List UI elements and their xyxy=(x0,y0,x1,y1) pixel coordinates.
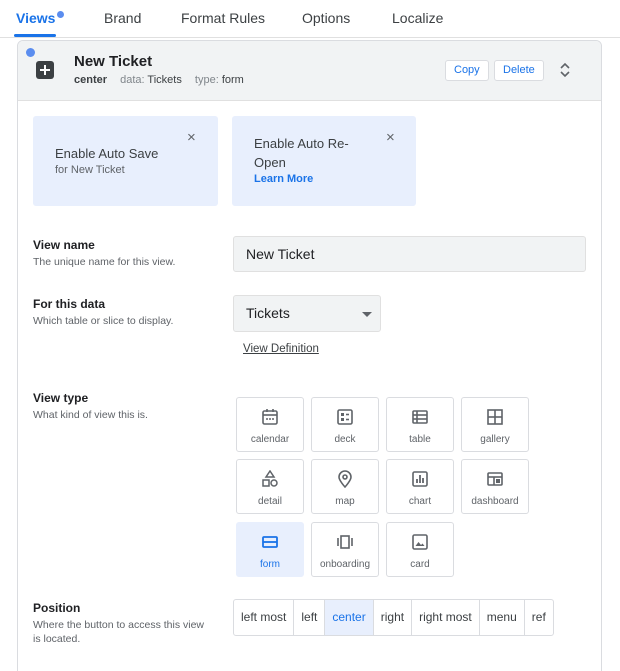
type-meta-value: form xyxy=(221,74,244,86)
tile-label: deck xyxy=(334,434,356,445)
close-icon[interactable]: × xyxy=(386,130,395,145)
view-type-card[interactable]: card xyxy=(386,522,454,577)
caret-down-icon xyxy=(362,312,372,317)
learn-more-link[interactable]: Learn More xyxy=(254,173,313,185)
form-icon xyxy=(262,536,278,548)
view-type-form[interactable]: form xyxy=(236,522,304,577)
active-tab-indicator xyxy=(14,34,56,37)
position-menu[interactable]: menu xyxy=(480,600,525,635)
view-name-desc: The unique name for this view. xyxy=(33,256,176,268)
data-source-select[interactable]: Tickets xyxy=(233,295,381,332)
tile-label: table xyxy=(409,434,431,445)
view-type-detail[interactable]: detail xyxy=(236,459,304,514)
view-definition-link[interactable]: View Definition xyxy=(243,343,319,355)
view-title: New Ticket xyxy=(74,53,153,70)
view-type-label: View type xyxy=(33,391,89,405)
data-meta-value: Tickets xyxy=(147,74,182,86)
auto-reopen-title: Enable Auto Re-Open xyxy=(254,136,349,170)
type-meta-label: type: xyxy=(194,74,219,86)
tile-label: detail xyxy=(258,496,282,507)
tile-label: calendar xyxy=(250,434,290,445)
auto-save-notice: Enable Auto Save for New Ticket × xyxy=(33,116,218,206)
for-data-desc: Which table or slice to display. xyxy=(33,315,174,327)
position-center[interactable]: center xyxy=(325,600,374,635)
detail-icon xyxy=(262,470,278,487)
dashboard-icon xyxy=(487,472,503,486)
position-right-most[interactable]: right most xyxy=(412,600,480,635)
unsaved-dot xyxy=(26,48,35,57)
view-name-label: View name xyxy=(33,238,95,252)
position-label: Position xyxy=(33,601,81,615)
tab-localize[interactable]: Localize xyxy=(392,10,443,26)
data-meta-label: data: xyxy=(120,74,145,86)
view-type-map[interactable]: map xyxy=(311,459,379,514)
tile-label: gallery xyxy=(480,434,510,445)
view-card: New Ticket center data: Tickets type: fo… xyxy=(17,40,602,671)
data-source-value: Tickets xyxy=(246,305,290,321)
view-type-deck[interactable]: deck xyxy=(311,397,379,452)
view-meta: center data: Tickets type: form xyxy=(74,74,244,86)
delete-button[interactable]: Delete xyxy=(494,60,544,81)
tab-format-rules[interactable]: Format Rules xyxy=(181,10,265,26)
map-pin-icon xyxy=(338,470,352,488)
tile-label: dashboard xyxy=(471,496,519,507)
tile-label: onboarding xyxy=(319,559,371,570)
position-selector: left most left center right right most m… xyxy=(233,599,554,636)
deck-icon xyxy=(337,409,353,425)
table-icon xyxy=(412,410,428,424)
view-type-table[interactable]: table xyxy=(386,397,454,452)
expand-collapse-icon[interactable] xyxy=(559,62,571,78)
auto-reopen-notice: Enable Auto Re-Open Learn More × xyxy=(232,116,416,206)
copy-button[interactable]: Copy xyxy=(445,60,489,81)
top-nav: Views Brand Format Rules Options Localiz… xyxy=(0,0,620,38)
view-type-gallery[interactable]: gallery xyxy=(461,397,529,452)
view-type-chart[interactable]: chart xyxy=(386,459,454,514)
tile-label: card xyxy=(410,559,430,570)
view-type-desc: What kind of view this is. xyxy=(33,409,148,421)
view-position: center xyxy=(74,74,108,86)
position-ref[interactable]: ref xyxy=(525,600,553,635)
gallery-icon xyxy=(487,409,503,425)
position-left[interactable]: left xyxy=(294,600,326,635)
tile-label: form xyxy=(260,559,280,570)
position-desc: Where the button to access this view is … xyxy=(33,619,204,645)
for-data-label: For this data xyxy=(33,297,106,311)
view-name-input[interactable]: New Ticket xyxy=(233,236,586,272)
calendar-icon xyxy=(262,409,278,425)
tab-views[interactable]: Views xyxy=(16,10,55,26)
chart-icon xyxy=(412,471,428,487)
tab-brand[interactable]: Brand xyxy=(104,10,141,26)
close-icon[interactable]: × xyxy=(187,130,196,145)
tile-label: map xyxy=(335,496,355,507)
onboarding-icon xyxy=(337,535,353,549)
tab-options[interactable]: Options xyxy=(302,10,350,26)
auto-save-title: Enable Auto Save xyxy=(55,146,159,161)
view-type-onboarding[interactable]: onboarding xyxy=(311,522,379,577)
unsaved-dot xyxy=(57,11,64,18)
plus-box-icon xyxy=(36,61,54,79)
view-type-calendar[interactable]: calendar xyxy=(236,397,304,452)
auto-save-subtitle: for New Ticket xyxy=(55,164,125,176)
view-card-header[interactable]: New Ticket center data: Tickets type: fo… xyxy=(18,41,601,101)
position-right[interactable]: right xyxy=(374,600,413,635)
view-type-dashboard[interactable]: dashboard xyxy=(461,459,529,514)
position-left-most[interactable]: left most xyxy=(234,600,295,635)
tile-label: chart xyxy=(408,496,432,507)
card-icon xyxy=(412,534,428,550)
